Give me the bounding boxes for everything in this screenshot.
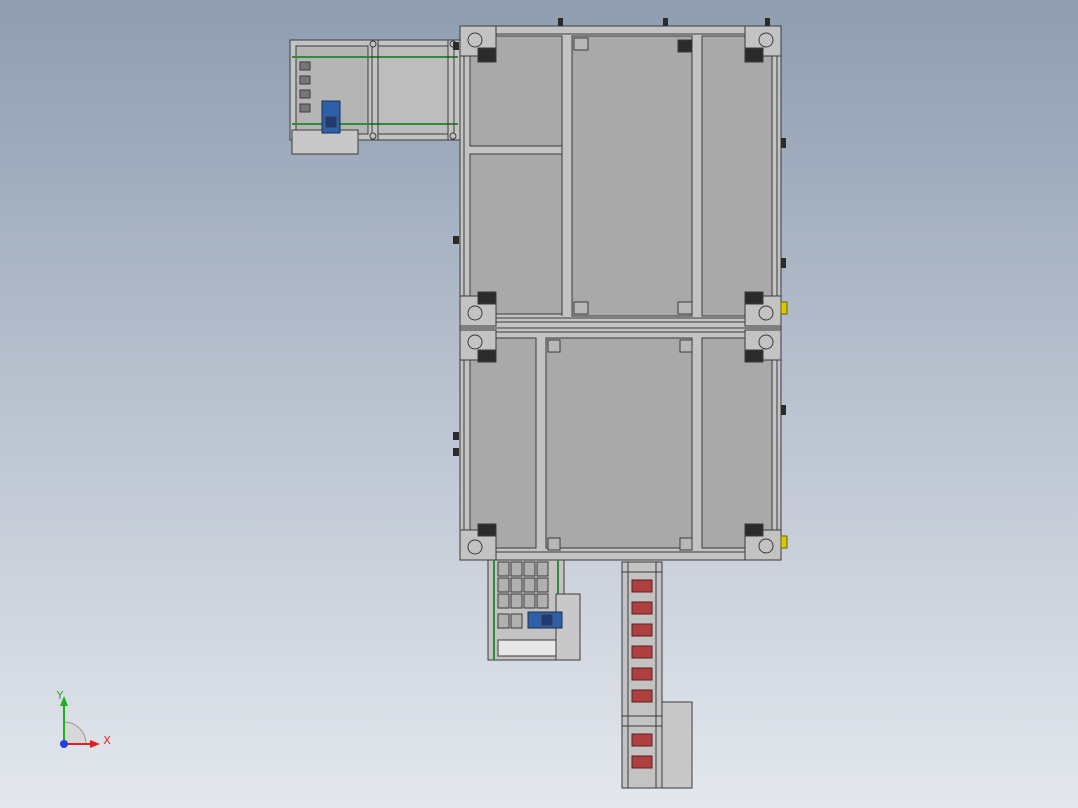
upper-left-drive-motor [321, 100, 341, 134]
upper-left-conveyor [289, 39, 461, 155]
lower-module [463, 332, 778, 556]
main-frame [453, 18, 788, 561]
bottom-right-drive-box [661, 701, 693, 789]
upper-left-base-plate [291, 129, 359, 155]
x-axis-label: X [103, 734, 111, 747]
cad-viewport[interactable]: Y X [0, 0, 1078, 808]
upper-module [463, 30, 778, 318]
y-axis-label: Y [56, 689, 64, 702]
bottom-right-rollers [631, 579, 653, 769]
center-cross-rail [459, 317, 782, 333]
bottom-left-drive-motor [527, 611, 563, 629]
conveyor-assembly-top-view: Y X [0, 0, 1078, 808]
